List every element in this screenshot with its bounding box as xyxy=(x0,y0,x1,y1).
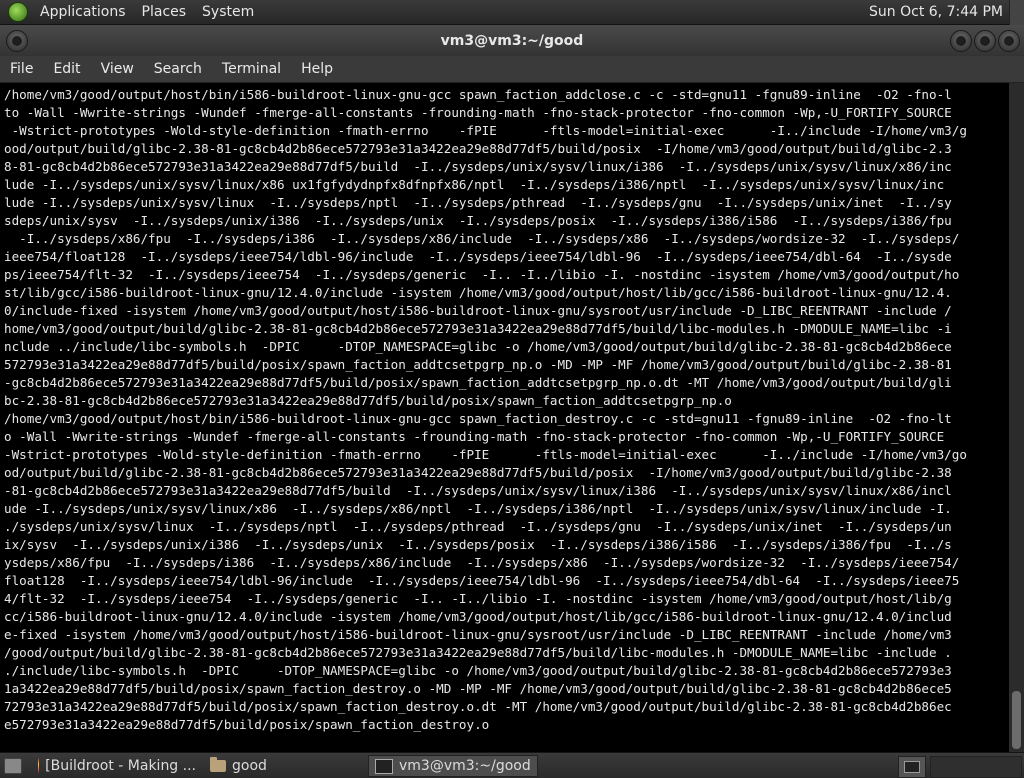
menu-search[interactable]: Search xyxy=(144,61,212,77)
taskbar-item-firefox[interactable]: [Buildroot - Making ... xyxy=(32,755,202,777)
minimize-icon[interactable] xyxy=(950,30,972,52)
firefox-icon xyxy=(38,758,40,774)
terminal-text: /home/vm3/good/output/host/bin/i586-buil… xyxy=(4,87,967,732)
menu-places[interactable]: Places xyxy=(134,4,195,20)
taskbar: [Buildroot - Making ... good vm3@vm3:~/g… xyxy=(0,752,1024,778)
show-desktop-icon[interactable] xyxy=(4,758,22,774)
workspace-switcher[interactable] xyxy=(898,756,926,778)
scrollbar-thumb[interactable] xyxy=(1012,691,1021,749)
workspace-2[interactable] xyxy=(930,756,1022,778)
menu-help[interactable]: Help xyxy=(291,61,343,77)
window-menu-icon[interactable] xyxy=(6,30,28,52)
menu-system[interactable]: System xyxy=(194,4,262,20)
terminal-scrollbar[interactable] xyxy=(1009,83,1024,752)
gnome-menu-icon[interactable] xyxy=(8,2,28,22)
menu-view[interactable]: View xyxy=(91,61,144,77)
menu-edit[interactable]: Edit xyxy=(43,61,90,77)
folder-icon xyxy=(210,757,226,772)
window-title-bar[interactable]: vm3@vm3:~/good xyxy=(0,25,1024,56)
maximize-icon[interactable] xyxy=(974,30,996,52)
panel-edge xyxy=(1009,0,1024,25)
taskbar-item-label: [Buildroot - Making ... xyxy=(45,758,196,774)
top-panel: Applications Places System Sun Oct 6, 7:… xyxy=(0,0,1024,25)
taskbar-item-label: vm3@vm3:~/good xyxy=(399,758,531,774)
menu-applications[interactable]: Applications xyxy=(32,4,134,20)
close-icon[interactable] xyxy=(998,30,1020,52)
terminal-menu-bar: File Edit View Search Terminal Help xyxy=(0,56,1024,83)
taskbar-item-label: good xyxy=(232,758,267,774)
menu-terminal[interactable]: Terminal xyxy=(212,61,291,77)
menu-file[interactable]: File xyxy=(0,61,43,77)
taskbar-item-folder[interactable]: good xyxy=(204,755,364,777)
window-title: vm3@vm3:~/good xyxy=(440,32,584,49)
clock[interactable]: Sun Oct 6, 7:44 PM xyxy=(869,4,1003,20)
terminal-output[interactable]: /home/vm3/good/output/host/bin/i586-buil… xyxy=(0,83,1009,752)
workspace-thumbnail-icon xyxy=(904,761,920,773)
taskbar-item-terminal[interactable]: vm3@vm3:~/good xyxy=(368,755,538,777)
terminal-icon xyxy=(375,758,393,774)
